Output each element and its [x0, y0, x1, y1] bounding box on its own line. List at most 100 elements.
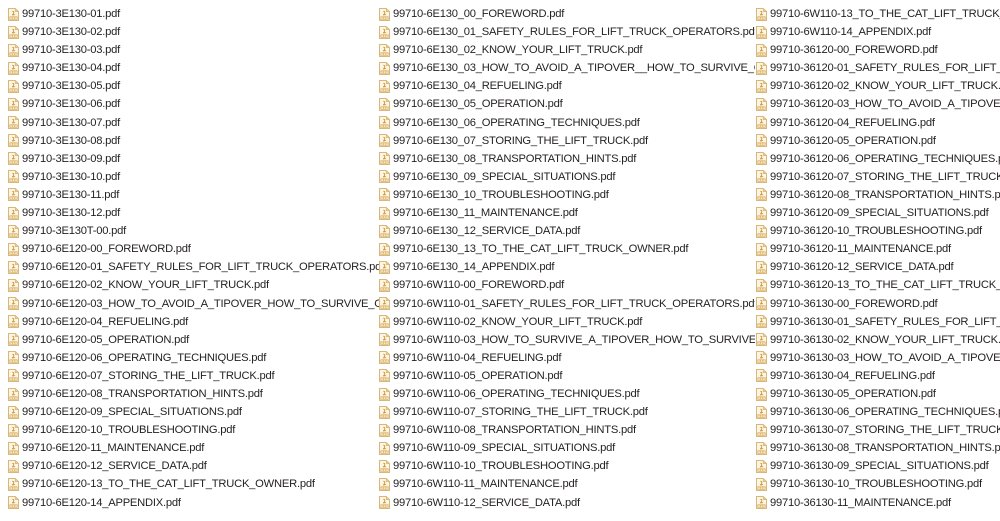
- file-list-item[interactable]: 99710-6E130_03_HOW_TO_AVOID_A_TIPOVER__H…: [379, 59, 755, 77]
- file-list-item[interactable]: 99710-6W110-00_FOREWORD.pdf: [379, 276, 755, 294]
- file-list-item[interactable]: 99710-6E120-14_APPENDIX.pdf: [8, 494, 380, 512]
- file-list-item[interactable]: 99710-36130-04_REFUELING.pdf: [756, 367, 1000, 385]
- pdf-file-icon: [8, 459, 19, 473]
- file-name-label: 99710-6W110-10_TROUBLESHOOTING.pdf: [393, 460, 609, 473]
- file-list-item[interactable]: 99710-6E120-13_TO_THE_CAT_LIFT_TRUCK_OWN…: [8, 475, 380, 493]
- file-list-item[interactable]: 99710-36130-01_SAFETY_RULES_FOR_LIFT_TRU…: [756, 313, 1000, 331]
- file-name-label: 99710-6E120-07_STORING_THE_LIFT_TRUCK.pd…: [22, 369, 275, 382]
- file-list-item[interactable]: 99710-6E130_06_OPERATING_TECHNIQUES.pdf: [379, 114, 755, 132]
- file-list-item[interactable]: 99710-6W110-06_OPERATING_TECHNIQUES.pdf: [379, 385, 755, 403]
- file-list-item[interactable]: 99710-3E130-07.pdf: [8, 114, 380, 132]
- file-list-item[interactable]: 99710-3E130-12.pdf: [8, 204, 380, 222]
- file-list-item[interactable]: 99710-6E120-02_KNOW_YOUR_LIFT_TRUCK.pdf: [8, 276, 380, 294]
- file-list-item[interactable]: 99710-36120-13_TO_THE_CAT_LIFT_TRUCK_OWN…: [756, 276, 1000, 294]
- file-list-item[interactable]: 99710-3E130-03.pdf: [8, 41, 380, 59]
- file-listing-pane[interactable]: 99710-3E130-01.pdf 99710-3E130-02.pdf 9971…: [0, 0, 1000, 521]
- file-list-item[interactable]: 99710-36120-08_TRANSPORTATION_HINTS.pdf: [756, 186, 1000, 204]
- file-list-item[interactable]: 99710-6W110-09_SPECIAL_SITUATIONS.pdf: [379, 439, 755, 457]
- file-list-item[interactable]: 99710-36120-05_OPERATION.pdf: [756, 132, 1000, 150]
- file-list-item[interactable]: 99710-6E130_12_SERVICE_DATA.pdf: [379, 222, 755, 240]
- file-list-item[interactable]: 99710-36120-07_STORING_THE_LIFT_TRUCK.pd…: [756, 168, 1000, 186]
- file-name-label: 99710-6W110-00_FOREWORD.pdf: [393, 279, 564, 292]
- file-list-item[interactable]: 99710-36120-09_SPECIAL_SITUATIONS.pdf: [756, 204, 1000, 222]
- file-list-item[interactable]: 99710-36120-11_MAINTENANCE.pdf: [756, 240, 1000, 258]
- file-list-item[interactable]: 99710-36130-03_HOW_TO_AVOID_A_TIPOVER_HO…: [756, 349, 1000, 367]
- file-list-item[interactable]: 99710-6E120-01_SAFETY_RULES_FOR_LIFT_TRU…: [8, 258, 380, 276]
- file-list-item[interactable]: 99710-3E130T-00.pdf: [8, 222, 380, 240]
- pdf-file-icon: [379, 423, 390, 437]
- file-list-item[interactable]: 99710-6E130_00_FOREWORD.pdf: [379, 5, 755, 23]
- file-list-item[interactable]: 99710-6W110-04_REFUELING.pdf: [379, 349, 755, 367]
- file-list-item[interactable]: 99710-6E130_08_TRANSPORTATION_HINTS.pdf: [379, 150, 755, 168]
- file-list-item[interactable]: 99710-3E130-05.pdf: [8, 77, 380, 95]
- file-list-item[interactable]: 99710-6E120-09_SPECIAL_SITUATIONS.pdf: [8, 403, 380, 421]
- file-list-item[interactable]: 99710-6E120-10_TROUBLESHOOTING.pdf: [8, 421, 380, 439]
- file-list-item[interactable]: 99710-6E130_09_SPECIAL_SITUATIONS.pdf: [379, 168, 755, 186]
- file-list-item[interactable]: 99710-6W110-11_MAINTENANCE.pdf: [379, 475, 755, 493]
- file-list-item[interactable]: 99710-6W110-14_APPENDIX.pdf: [756, 23, 1000, 41]
- file-list-item[interactable]: 99710-6E120-00_FOREWORD.pdf: [8, 240, 380, 258]
- file-list-item[interactable]: 99710-3E130-02.pdf: [8, 23, 380, 41]
- file-list-item[interactable]: 99710-6E130_13_TO_THE_CAT_LIFT_TRUCK_OWN…: [379, 240, 755, 258]
- file-list-item[interactable]: 99710-6W110-13_TO_THE_CAT_LIFT_TRUCK_OWN…: [756, 5, 1000, 23]
- file-list-item[interactable]: 99710-6W110-02_KNOW_YOUR_LIFT_TRUCK.pdf: [379, 313, 755, 331]
- file-list-item[interactable]: 99710-3E130-08.pdf: [8, 132, 380, 150]
- file-list-item[interactable]: 99710-3E130-10.pdf: [8, 168, 380, 186]
- file-name-label: 99710-36120-12_SERVICE_DATA.pdf: [770, 261, 954, 274]
- file-list-item[interactable]: 99710-6W110-01_SAFETY_RULES_FOR_LIFT_TRU…: [379, 295, 755, 313]
- file-list-item[interactable]: 99710-6E130_02_KNOW_YOUR_LIFT_TRUCK.pdf: [379, 41, 755, 59]
- file-list-item[interactable]: 99710-36120-02_KNOW_YOUR_LIFT_TRUCK.pdf: [756, 77, 1000, 95]
- file-name-label: 99710-36130-09_SPECIAL_SITUATIONS.pdf: [770, 460, 989, 473]
- file-list-item[interactable]: 99710-3E130-11.pdf: [8, 186, 380, 204]
- file-list-item[interactable]: 99710-36130-10_TROUBLESHOOTING.pdf: [756, 475, 1000, 493]
- file-list-item[interactable]: 99710-6E120-03_HOW_TO_AVOID_A_TIPOVER_HO…: [8, 295, 380, 313]
- file-list-item[interactable]: 99710-6E120-08_TRANSPORTATION_HINTS.pdf: [8, 385, 380, 403]
- file-list-item[interactable]: 99710-6W110-05_OPERATION.pdf: [379, 367, 755, 385]
- pdf-file-icon: [379, 315, 390, 329]
- pdf-file-icon: [8, 25, 19, 39]
- file-list-item[interactable]: 99710-6E120-07_STORING_THE_LIFT_TRUCK.pd…: [8, 367, 380, 385]
- file-list-item[interactable]: 99710-6E120-06_OPERATING_TECHNIQUES.pdf: [8, 349, 380, 367]
- file-list-item[interactable]: 99710-6E130_05_OPERATION.pdf: [379, 95, 755, 113]
- file-list-item[interactable]: 99710-36130-00_FOREWORD.pdf: [756, 295, 1000, 313]
- file-name-label: 99710-6E130_07_STORING_THE_LIFT_TRUCK.pd…: [393, 134, 648, 147]
- file-list-item[interactable]: 99710-6E130_07_STORING_THE_LIFT_TRUCK.pd…: [379, 132, 755, 150]
- file-list-item[interactable]: 99710-6E120-04_REFUELING.pdf: [8, 313, 380, 331]
- file-list-item[interactable]: 99710-36130-11_MAINTENANCE.pdf: [756, 494, 1000, 512]
- file-list-item[interactable]: 99710-36130-05_OPERATION.pdf: [756, 385, 1000, 403]
- file-list-item[interactable]: 99710-6E130_04_REFUELING.pdf: [379, 77, 755, 95]
- file-list-item[interactable]: 99710-3E130-01.pdf: [8, 5, 380, 23]
- file-list-item[interactable]: 99710-3E130-09.pdf: [8, 150, 380, 168]
- file-list-item[interactable]: 99710-36130-02_KNOW_YOUR_LIFT_TRUCK.pdf: [756, 331, 1000, 349]
- file-list-item[interactable]: 99710-6W110-10_TROUBLESHOOTING.pdf: [379, 457, 755, 475]
- pdf-file-icon: [379, 170, 390, 184]
- pdf-file-icon: [756, 260, 767, 274]
- file-list-item[interactable]: 99710-6W110-03_HOW_TO_SURVIVE_A_TIPOVER_…: [379, 331, 755, 349]
- file-list-item[interactable]: 99710-36120-01_SAFETY_RULES_FOR_LIFT_TRU…: [756, 59, 1000, 77]
- file-list-item[interactable]: 99710-36120-10_TROUBLESHOOTING.pdf: [756, 222, 1000, 240]
- file-list-item[interactable]: 99710-36120-00_FOREWORD.pdf: [756, 41, 1000, 59]
- pdf-file-icon: [8, 369, 19, 383]
- file-list-item[interactable]: 99710-36120-04_REFUELING.pdf: [756, 114, 1000, 132]
- file-list-item[interactable]: 99710-3E130-06.pdf: [8, 95, 380, 113]
- file-name-label: 99710-6E120-01_SAFETY_RULES_FOR_LIFT_TRU…: [22, 261, 380, 274]
- file-list-item[interactable]: 99710-36130-07_STORING_THE_LIFT_TRUCK.pd…: [756, 421, 1000, 439]
- file-list-item[interactable]: 99710-6E130_01_SAFETY_RULES_FOR_LIFT_TRU…: [379, 23, 755, 41]
- file-list-item[interactable]: 99710-36120-03_HOW_TO_AVOID_A_TIPOVER_HO…: [756, 95, 1000, 113]
- file-list-item[interactable]: 99710-6E120-11_MAINTENANCE.pdf: [8, 439, 380, 457]
- file-list-item[interactable]: 99710-6W110-08_TRANSPORTATION_HINTS.pdf: [379, 421, 755, 439]
- file-list-item[interactable]: 99710-6E130_11_MAINTENANCE.pdf: [379, 204, 755, 222]
- file-list-item[interactable]: 99710-6W110-12_SERVICE_DATA.pdf: [379, 494, 755, 512]
- file-list-item[interactable]: 99710-6W110-07_STORING_THE_LIFT_TRUCK.pd…: [379, 403, 755, 421]
- file-list-item[interactable]: 99710-36120-06_OPERATING_TECHNIQUES.pdf: [756, 150, 1000, 168]
- file-list-item[interactable]: 99710-6E130_14_APPENDIX.pdf: [379, 258, 755, 276]
- file-list-item[interactable]: 99710-6E120-05_OPERATION.pdf: [8, 331, 380, 349]
- file-list-item[interactable]: 99710-36130-06_OPERATING_TECHNIQUES.pdf: [756, 403, 1000, 421]
- file-list-item[interactable]: 99710-36120-12_SERVICE_DATA.pdf: [756, 258, 1000, 276]
- file-list-item[interactable]: 99710-6E120-12_SERVICE_DATA.pdf: [8, 457, 380, 475]
- pdf-file-icon: [8, 387, 19, 401]
- file-list-item[interactable]: 99710-3E130-04.pdf: [8, 59, 380, 77]
- file-list-item[interactable]: 99710-36130-08_TRANSPORTATION_HINTS.pdf: [756, 439, 1000, 457]
- file-list-item[interactable]: 99710-36130-09_SPECIAL_SITUATIONS.pdf: [756, 457, 1000, 475]
- file-list-item[interactable]: 99710-6E130_10_TROUBLESHOOTING.pdf: [379, 186, 755, 204]
